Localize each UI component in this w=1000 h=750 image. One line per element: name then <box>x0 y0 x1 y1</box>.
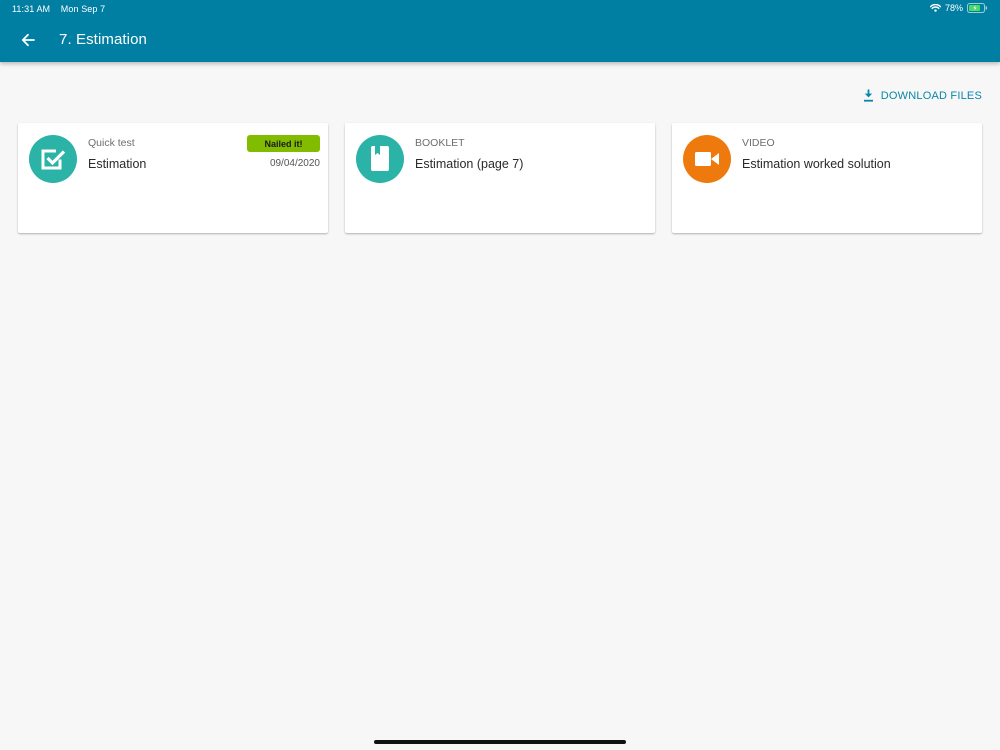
status-badge: Nailed it! <box>247 135 320 152</box>
card-type-label: Quick test <box>88 137 135 149</box>
home-indicator[interactable] <box>374 740 626 744</box>
card-icon-circle <box>683 135 731 183</box>
card-icon-circle <box>29 135 77 183</box>
battery-icon <box>967 3 988 13</box>
status-date: Mon Sep 7 <box>60 4 106 14</box>
video-camera-icon <box>695 152 719 166</box>
card-title: Estimation <box>88 157 147 171</box>
arrow-left-icon <box>21 33 35 47</box>
download-files-button[interactable]: DOWNLOAD FILES <box>863 89 982 102</box>
card-date: 09/04/2020 <box>269 158 320 169</box>
booklet-card[interactable]: BOOKLET Estimation (page 7) <box>345 123 655 233</box>
app-header: 11:31 AM Mon Sep 7 78% 7. Estimation <box>0 0 1000 62</box>
card-title: Estimation (page 7) <box>415 157 524 171</box>
wifi-icon <box>929 4 941 12</box>
page-title: 7. Estimation <box>59 31 148 48</box>
download-icon <box>863 89 873 102</box>
status-bar-right: 78% <box>929 3 988 13</box>
battery-percent: 78% <box>944 3 963 13</box>
card-title: Estimation worked solution <box>742 157 891 171</box>
quick-test-card[interactable]: Quick test Estimation Nailed it! 09/04/2… <box>18 123 328 233</box>
back-button[interactable] <box>16 28 40 52</box>
booklet-icon <box>371 146 389 171</box>
card-type-label: VIDEO <box>742 137 775 149</box>
video-card[interactable]: VIDEO Estimation worked solution <box>672 123 982 233</box>
checkbox-icon <box>41 149 66 170</box>
status-time: 11:31 AM <box>12 4 51 14</box>
resource-cards: Quick test Estimation Nailed it! 09/04/2… <box>18 123 982 234</box>
card-type-label: BOOKLET <box>415 137 465 149</box>
status-bar-time: 11:31 AM Mon Sep 7 <box>12 4 105 14</box>
card-icon-circle <box>356 135 404 183</box>
download-files-label: DOWNLOAD FILES <box>880 89 982 102</box>
